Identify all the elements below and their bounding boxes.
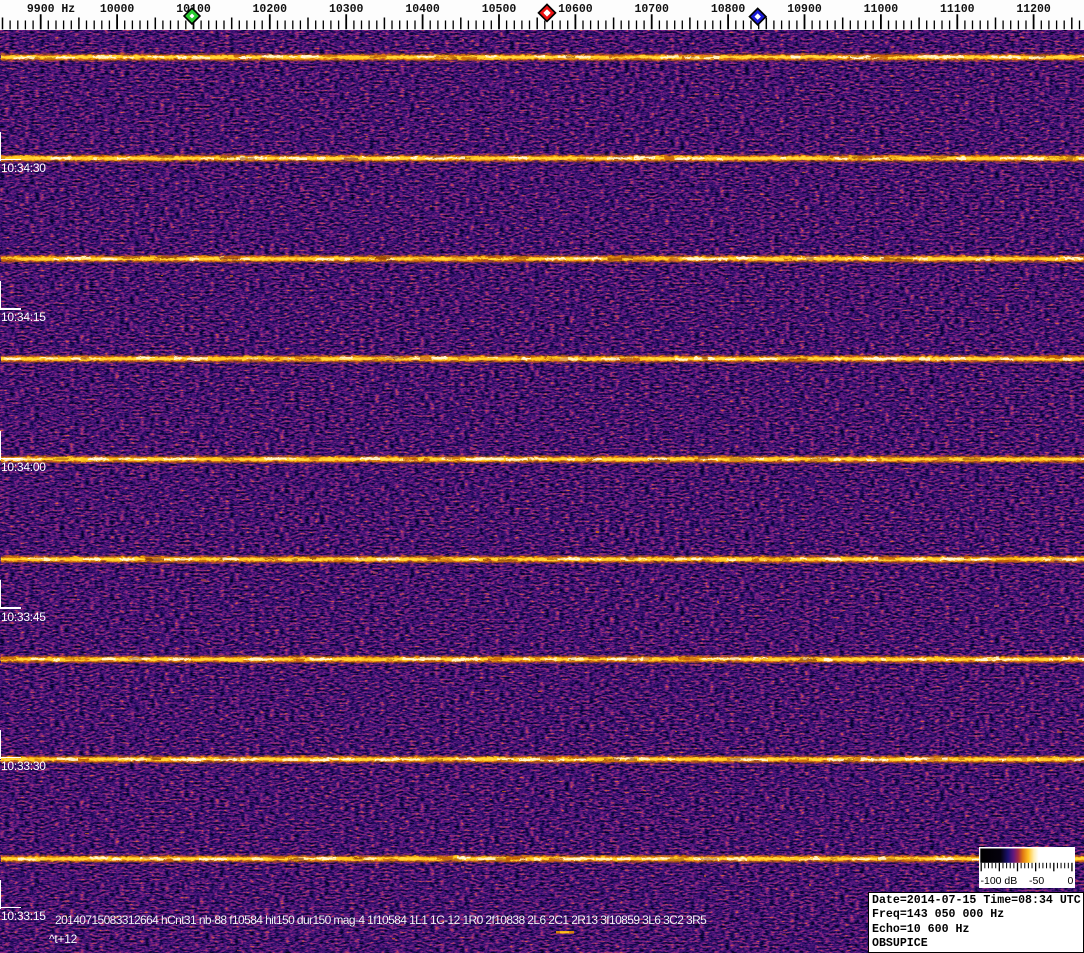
svg-text:11100: 11100 <box>940 3 975 16</box>
svg-text:10200: 10200 <box>253 3 288 16</box>
svg-text:10000: 10000 <box>100 3 135 16</box>
svg-text:0: 0 <box>1068 875 1074 887</box>
svg-text:10400: 10400 <box>405 3 440 16</box>
svg-text:10300: 10300 <box>329 3 364 16</box>
svg-text:11200: 11200 <box>1016 3 1051 16</box>
svg-text:9900 Hz: 9900 Hz <box>27 3 75 16</box>
svg-text:10900: 10900 <box>787 3 822 16</box>
svg-text:10500: 10500 <box>482 3 517 16</box>
svg-text:-50: -50 <box>1029 875 1044 887</box>
svg-text:10600: 10600 <box>558 3 593 16</box>
svg-text:11000: 11000 <box>864 3 899 16</box>
svg-text:-100 dB: -100 dB <box>981 875 1018 887</box>
svg-text:10700: 10700 <box>634 3 669 16</box>
svg-text:10800: 10800 <box>711 3 746 16</box>
